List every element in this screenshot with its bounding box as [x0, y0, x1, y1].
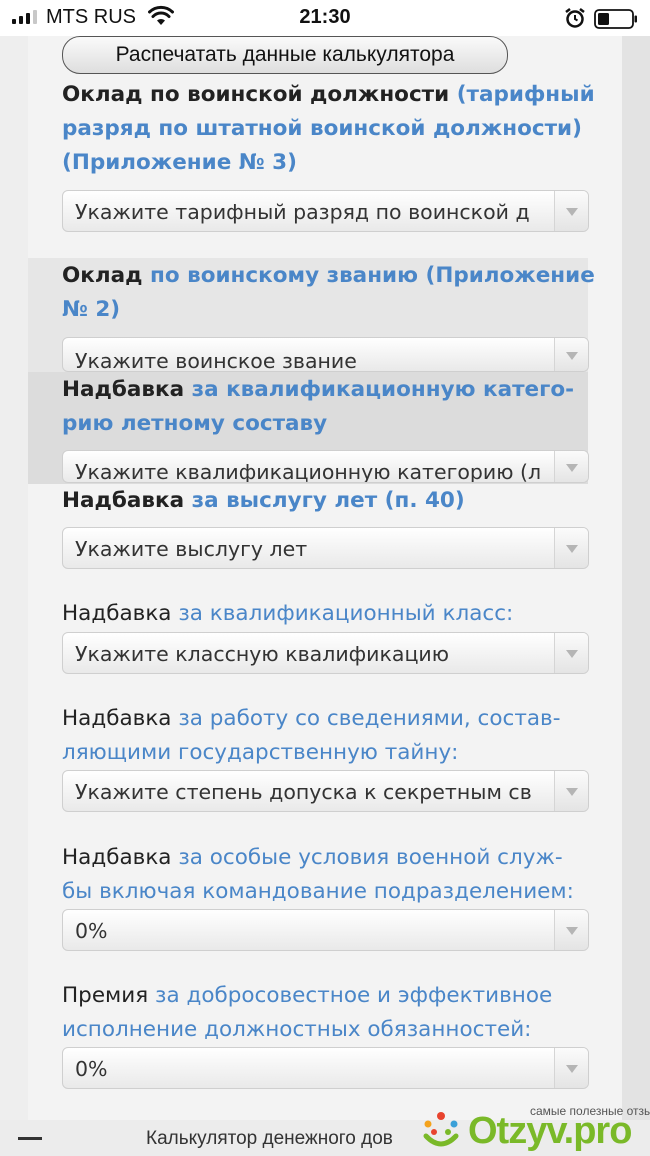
- secret-clearance-select[interactable]: Укажите степень допуска к секретным св: [62, 770, 589, 812]
- dropdown-arrow-icon: [554, 451, 588, 482]
- dropdown-arrow-icon: [554, 633, 588, 673]
- service-years-select[interactable]: Укажите выслугу лет: [62, 527, 589, 569]
- status-bar: MTS RUS 21:30: [0, 0, 650, 36]
- field-label-flight-category: Надбавка за квалификационную катего-: [62, 377, 575, 402]
- otzyv-logo-icon: [423, 1112, 459, 1147]
- dropdown-arrow-icon: [554, 191, 588, 231]
- dropdown-arrow-icon: [554, 771, 588, 811]
- link-tariff-grade[interactable]: (тарифный: [457, 82, 595, 107]
- qualification-category-select[interactable]: Укажите квалификационную категорию (л: [62, 450, 589, 483]
- dropdown-arrow-icon: [554, 338, 588, 371]
- tariff-grade-select[interactable]: Укажите тарифный разряд по воинской д: [62, 190, 589, 232]
- field-label-rank-salary: Оклад по воинскому званию (Приложение: [62, 263, 595, 288]
- link-tariff-grade[interactable]: разряд по штатной воинской должности): [62, 116, 582, 141]
- watermark: самые полезные отзывы Otzyv.pro: [418, 1100, 650, 1156]
- link-service-years[interactable]: за выслугу лет (п. 40): [192, 488, 465, 513]
- link-flight-category[interactable]: за квалификационную катего-: [192, 377, 574, 402]
- page-margin: [622, 36, 650, 1120]
- dropdown-arrow-icon: [554, 1048, 588, 1088]
- link-qualification-class[interactable]: за квалификационный класс:: [178, 601, 513, 626]
- battery-icon: [594, 9, 637, 29]
- link-state-secret[interactable]: за работу со сведениями, состав-: [178, 706, 560, 731]
- field-label-special-conditions: Надбавка за особые условия военной служ-: [62, 845, 563, 870]
- link-state-secret[interactable]: ляющими государственную тайну:: [62, 740, 458, 765]
- field-label-bonus: Премия за добросовестное и эффективное: [62, 983, 553, 1008]
- field-label-line: № 2): [62, 293, 120, 327]
- field-label-state-secret: Надбавка за работу со сведениями, состав…: [62, 706, 561, 731]
- page-title: Калькулятор денежного дов: [146, 1128, 393, 1149]
- link-special-conditions[interactable]: за особые условия военной служ-: [178, 845, 562, 870]
- dropdown-arrow-icon: [554, 910, 588, 950]
- field-label-position-salary: Оклад по воинской должности (тарифный: [62, 82, 595, 107]
- field-label-qualification-class: Надбавка за квалификационный класс:: [62, 601, 514, 626]
- field-label-line: ляющими государственную тайну:: [62, 736, 458, 770]
- link-rank-appendix-2[interactable]: по воинскому званию (Приложение: [150, 263, 595, 288]
- field-label-line: (Приложение № 3): [62, 146, 297, 180]
- watermark-brand: Otzyv.pro: [468, 1110, 632, 1152]
- field-label-line: бы включая командование подразделением:: [62, 875, 574, 909]
- print-calculator-button[interactable]: Распечатать данные калькулятора: [62, 36, 508, 74]
- minimize-icon[interactable]: [18, 1137, 42, 1140]
- link-bonus[interactable]: исполнение должностных обязанностей:: [62, 1017, 531, 1042]
- link-flight-category[interactable]: рию летному составу: [62, 411, 327, 436]
- link-appendix-3[interactable]: (Приложение № 3): [62, 150, 297, 175]
- dropdown-arrow-icon: [554, 528, 588, 568]
- field-label-line: разряд по штатной воинской должности): [62, 112, 582, 146]
- special-conditions-select[interactable]: 0%: [62, 909, 589, 951]
- clock: 21:30: [299, 6, 351, 28]
- link-bonus[interactable]: за добросовестное и эффективное: [155, 983, 552, 1008]
- field-label-line: исполнение должностных обязанностей:: [62, 1013, 531, 1047]
- link-special-conditions[interactable]: бы включая командование подразделением:: [62, 879, 574, 904]
- military-rank-select[interactable]: Укажите воинское звание: [62, 337, 589, 372]
- field-label-service-years: Надбавка за выслугу лет (п. 40): [62, 488, 465, 513]
- alarm-clock-icon: [565, 8, 585, 28]
- bonus-select[interactable]: 0%: [62, 1047, 589, 1089]
- link-rank-appendix-2[interactable]: № 2): [62, 297, 120, 322]
- qualification-class-select[interactable]: Укажите классную квалификацию: [62, 632, 589, 674]
- field-label-line: рию летному составу: [62, 407, 327, 441]
